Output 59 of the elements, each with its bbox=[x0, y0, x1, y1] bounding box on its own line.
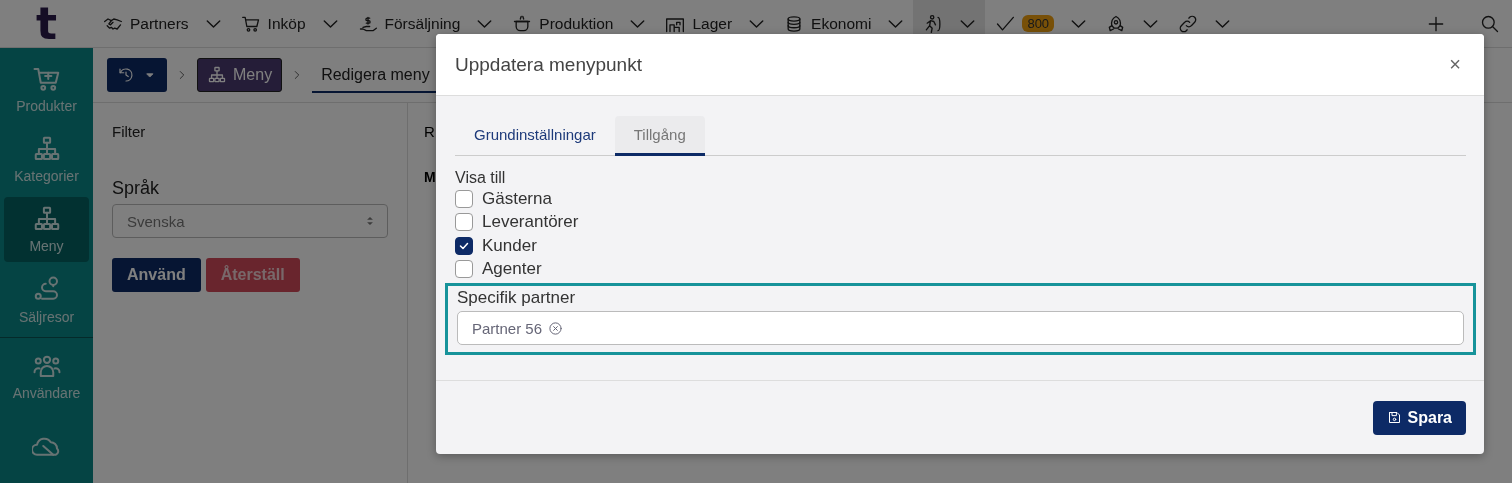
tab[interactable]: Tillgång bbox=[614, 116, 705, 156]
panel-title: R bbox=[424, 123, 435, 140]
chevron-down-icon bbox=[1215, 19, 1231, 28]
close-button[interactable]: × bbox=[1445, 53, 1465, 76]
nav-menu-item[interactable]: Lager bbox=[655, 0, 775, 47]
sidebar-item[interactable]: Meny bbox=[4, 196, 89, 262]
apply-button[interactable]: Använd bbox=[112, 258, 201, 292]
checkbox-label: Kunder bbox=[482, 235, 537, 256]
chevron-down-icon bbox=[630, 19, 646, 28]
partner-field[interactable]: Partner 56 bbox=[457, 311, 1464, 345]
nav-label: Lager bbox=[692, 14, 733, 33]
language-select[interactable]: Svenska bbox=[112, 204, 388, 238]
link-icon bbox=[1178, 13, 1199, 34]
remove-icon[interactable] bbox=[548, 320, 564, 336]
checkbox[interactable] bbox=[455, 213, 473, 232]
count-badge: 800 bbox=[1022, 15, 1055, 32]
logo[interactable]: t bbox=[0, 1, 93, 46]
chevron-down-icon bbox=[477, 19, 493, 28]
checkbox[interactable] bbox=[455, 189, 473, 208]
save-button[interactable]: Spara bbox=[1372, 400, 1466, 435]
chevron-down-icon bbox=[205, 19, 221, 28]
nav-label: Försäljning bbox=[384, 14, 461, 33]
history-button[interactable] bbox=[107, 58, 167, 92]
column-header: M bbox=[424, 169, 436, 185]
checkbox[interactable] bbox=[455, 260, 473, 279]
checkbox[interactable] bbox=[455, 236, 473, 255]
nav-label: Partners bbox=[130, 14, 189, 33]
chevron-down-icon bbox=[1071, 19, 1087, 28]
chevron-down-icon bbox=[749, 19, 765, 28]
runner-icon bbox=[923, 13, 944, 34]
nav-menu-item[interactable]: Ekonomi bbox=[774, 0, 914, 47]
pot-icon bbox=[512, 13, 533, 34]
nav-menu-item[interactable]: Inköp bbox=[230, 0, 348, 47]
dialog-title: Uppdatera menypunkt bbox=[455, 53, 642, 76]
checkbox-label: Agenter bbox=[482, 259, 542, 280]
history-icon bbox=[117, 66, 135, 84]
sitemap-icon bbox=[207, 65, 227, 85]
chevron-down-icon bbox=[960, 19, 976, 28]
chevron-down-icon bbox=[1143, 19, 1159, 28]
nav-menu-item[interactable]: Försäljning bbox=[347, 0, 503, 47]
panel-title: Filter bbox=[112, 123, 147, 140]
nav-label: Ekonomi bbox=[811, 14, 872, 33]
checkbox-label: Gästerna bbox=[482, 188, 552, 209]
tab[interactable]: Grundinställningar bbox=[455, 116, 615, 156]
nav-label: Inköp bbox=[267, 14, 306, 33]
nav-menu-item[interactable]: Produktion bbox=[502, 0, 656, 47]
field-label: Språk bbox=[112, 178, 161, 199]
nav-label: Produktion bbox=[539, 14, 614, 33]
field-label: Specifik partner bbox=[457, 288, 577, 308]
chevron-down-icon bbox=[888, 19, 904, 28]
field-label: Visa till bbox=[455, 169, 507, 187]
search-icon[interactable] bbox=[1480, 13, 1500, 34]
chevron-down-icon bbox=[322, 19, 338, 28]
nav-menu-item[interactable]: Partners bbox=[93, 0, 231, 47]
tag-label: Partner 56 bbox=[472, 319, 543, 337]
breadcrumb-button[interactable]: Meny bbox=[197, 58, 283, 92]
save-icon bbox=[1386, 410, 1402, 425]
nav-menu-item[interactable]: 800 bbox=[985, 0, 1097, 47]
checkbox-label: Leverantörer bbox=[482, 212, 579, 233]
